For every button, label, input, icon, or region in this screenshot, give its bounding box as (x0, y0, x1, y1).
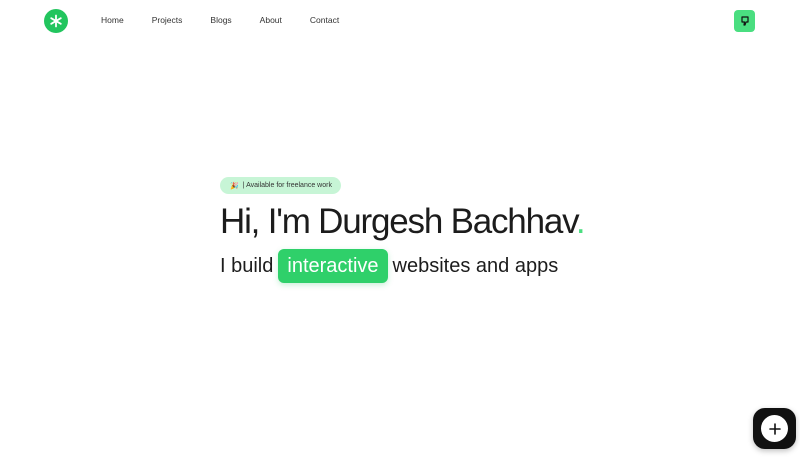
hero-title: Hi, I'm Durgesh Bachhav. (220, 202, 586, 242)
hero-title-text: Hi, I'm Durgesh Bachhav (220, 202, 577, 241)
subtitle-prefix: I build (220, 255, 274, 277)
party-popper-icon: 🎉 (230, 182, 239, 190)
theme-toggle-button[interactable] (734, 10, 755, 32)
plus-icon (768, 422, 781, 435)
nav-projects-link[interactable]: Projects (152, 15, 183, 25)
hero-subtitle: I build interactive websites and apps (220, 248, 558, 284)
availability-text: | Available for freelance work (242, 182, 332, 189)
floating-add-button[interactable] (753, 408, 796, 449)
nav-contact-link[interactable]: Contact (310, 15, 339, 25)
subtitle-suffix: websites and apps (392, 255, 559, 277)
asterisk-icon (50, 14, 62, 28)
fab-circle (761, 415, 788, 442)
page: Home Projects Blogs About Contact 🎉 | Av… (0, 0, 800, 457)
availability-badge: 🎉 | Available for freelance work (220, 177, 341, 194)
nav-about-link[interactable]: About (260, 15, 282, 25)
nav-blogs-link[interactable]: Blogs (210, 15, 231, 25)
nav-home-link[interactable]: Home (101, 15, 124, 25)
thumbs-down-icon (740, 16, 749, 26)
hero-title-dot: . (575, 202, 586, 241)
subtitle-highlight: interactive (278, 249, 388, 283)
logo-asterisk-icon[interactable] (44, 9, 68, 33)
main-nav: Home Projects Blogs About Contact (101, 15, 339, 25)
